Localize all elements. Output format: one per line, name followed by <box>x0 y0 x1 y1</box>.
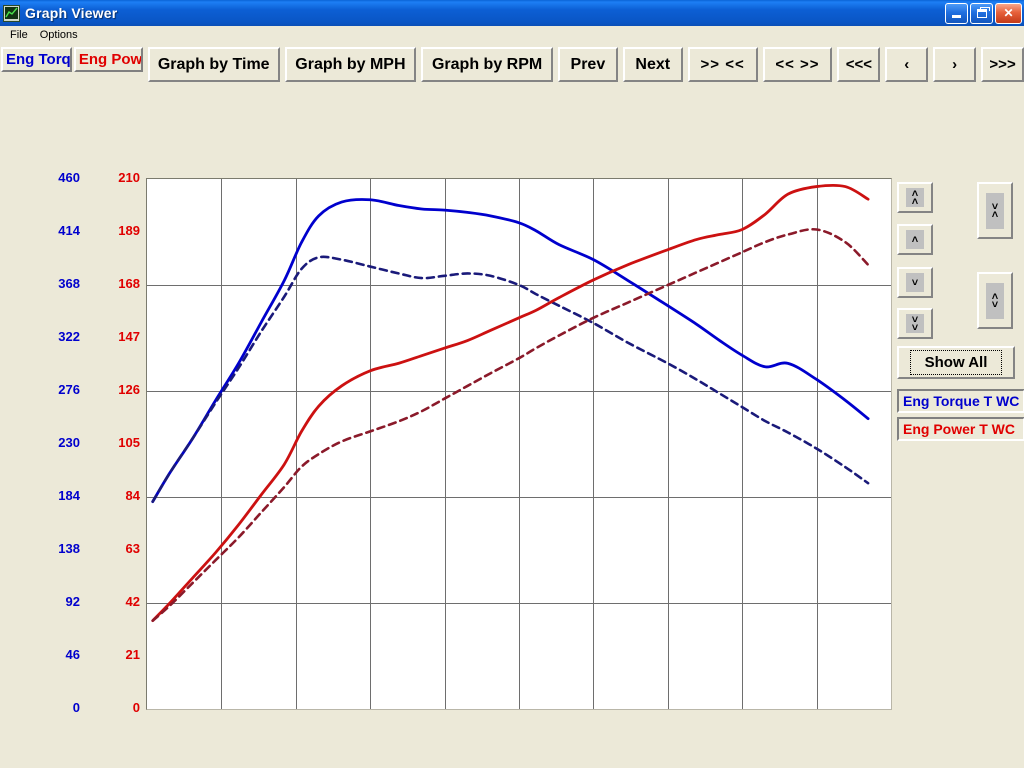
series-line <box>151 255 870 503</box>
y-tick-torque: 230 <box>58 435 80 450</box>
plot-canvas[interactable] <box>146 178 892 710</box>
graph-by-mph-button[interactable]: Graph by MPH <box>284 47 417 82</box>
graph-by-rpm-button[interactable]: Graph by RPM <box>421 47 553 82</box>
chevrons-up-icon: ˄ ˄ <box>906 188 924 207</box>
menu-bar: File Options <box>0 26 1024 44</box>
chevron-up-down-icon: ˄ ˅ <box>986 282 1004 319</box>
axis-button-eng-torque[interactable]: Eng Torq <box>1 47 72 72</box>
zoom-out-vertical-button[interactable]: ˄ ˅ <box>977 272 1013 329</box>
chevron-up-icon: ˄ <box>906 230 924 249</box>
menu-item-file[interactable]: File <box>6 28 36 42</box>
close-button[interactable]: ✕ <box>995 2 1022 24</box>
y-tick-torque: 184 <box>58 488 80 503</box>
scroll-up-fast-button[interactable]: ˄ ˄ <box>897 182 933 213</box>
window-title: Graph Viewer <box>25 5 118 21</box>
scroll-down-fast-button[interactable]: ˅ ˅ <box>897 308 933 339</box>
y-tick-power: 189 <box>118 223 140 238</box>
y-tick-power: 42 <box>125 594 140 609</box>
show-all-label: Show All <box>909 350 1003 375</box>
y-tick-torque: 368 <box>58 276 80 291</box>
title-bar: Graph Viewer ✕ <box>0 0 1024 26</box>
prev-button[interactable]: Prev <box>557 47 618 82</box>
series-label-eng-power[interactable]: Eng Power T WC <box>897 417 1024 441</box>
show-all-button[interactable]: Show All <box>897 346 1015 379</box>
y-tick-power: 210 <box>118 170 140 185</box>
series-line <box>151 183 870 623</box>
y-tick-torque: 322 <box>58 329 80 344</box>
y-tick-power: 105 <box>118 435 140 450</box>
window-controls: ✕ <box>945 2 1022 24</box>
y-tick-torque: 0 <box>72 700 80 715</box>
graph-window-icon <box>3 4 20 22</box>
scroll-up-button[interactable]: ˄ <box>897 224 933 255</box>
series-label-eng-torque[interactable]: Eng Torque T WC <box>897 389 1024 413</box>
y-tick-torque: 138 <box>58 541 80 556</box>
scroll-down-button[interactable]: ˅ <box>897 267 933 298</box>
y-tick-power: 147 <box>118 329 140 344</box>
chevron-down-up-icon: ˅ ˄ <box>986 192 1004 229</box>
y-tick-power: 84 <box>125 488 140 503</box>
toolbar: Eng Torq Eng Powe Graph by Time Graph by… <box>0 44 1024 86</box>
y-tick-torque: 92 <box>65 594 80 609</box>
graph-by-time-button[interactable]: Graph by Time <box>147 47 280 82</box>
y-tick-torque: 46 <box>65 647 80 662</box>
zoom-in-vertical-button[interactable]: ˅ ˄ <box>977 182 1013 239</box>
page-right-fast-button[interactable]: >>> <box>981 47 1024 82</box>
chevrons-down-icon: ˅ ˅ <box>906 314 924 333</box>
step-right-button[interactable]: › <box>933 47 977 82</box>
chart-svg <box>147 179 891 709</box>
y-tick-torque: 414 <box>58 223 80 238</box>
series-line <box>151 227 870 622</box>
y-tick-torque: 276 <box>58 382 80 397</box>
shift-inward-button[interactable]: >> << <box>687 47 758 82</box>
y-tick-power: 168 <box>118 276 140 291</box>
restore-button[interactable] <box>970 2 993 24</box>
axis-button-eng-power[interactable]: Eng Powe <box>73 47 143 72</box>
y-tick-power: 21 <box>125 647 140 662</box>
chart-area: 460 210 414 189 368 168 322 147 276 126 230 105 184 8… <box>0 86 1024 741</box>
menu-item-options[interactable]: Options <box>36 28 86 42</box>
y-tick-power: 0 <box>132 700 140 715</box>
y-tick-power: 63 <box>125 541 140 556</box>
y-tick-power: 126 <box>118 382 140 397</box>
page-left-fast-button[interactable]: <<< <box>837 47 881 82</box>
bottom-panel: Engine Speed (RP Min/Max/Avg Run #1 T2_2… <box>0 716 1024 768</box>
minimize-button[interactable] <box>945 2 968 24</box>
step-left-button[interactable]: ‹ <box>885 47 929 82</box>
next-button[interactable]: Next <box>622 47 683 82</box>
y-tick-torque: 460 <box>58 170 80 185</box>
chevron-down-icon: ˅ <box>906 273 924 292</box>
shift-outward-button[interactable]: << >> <box>762 47 833 82</box>
